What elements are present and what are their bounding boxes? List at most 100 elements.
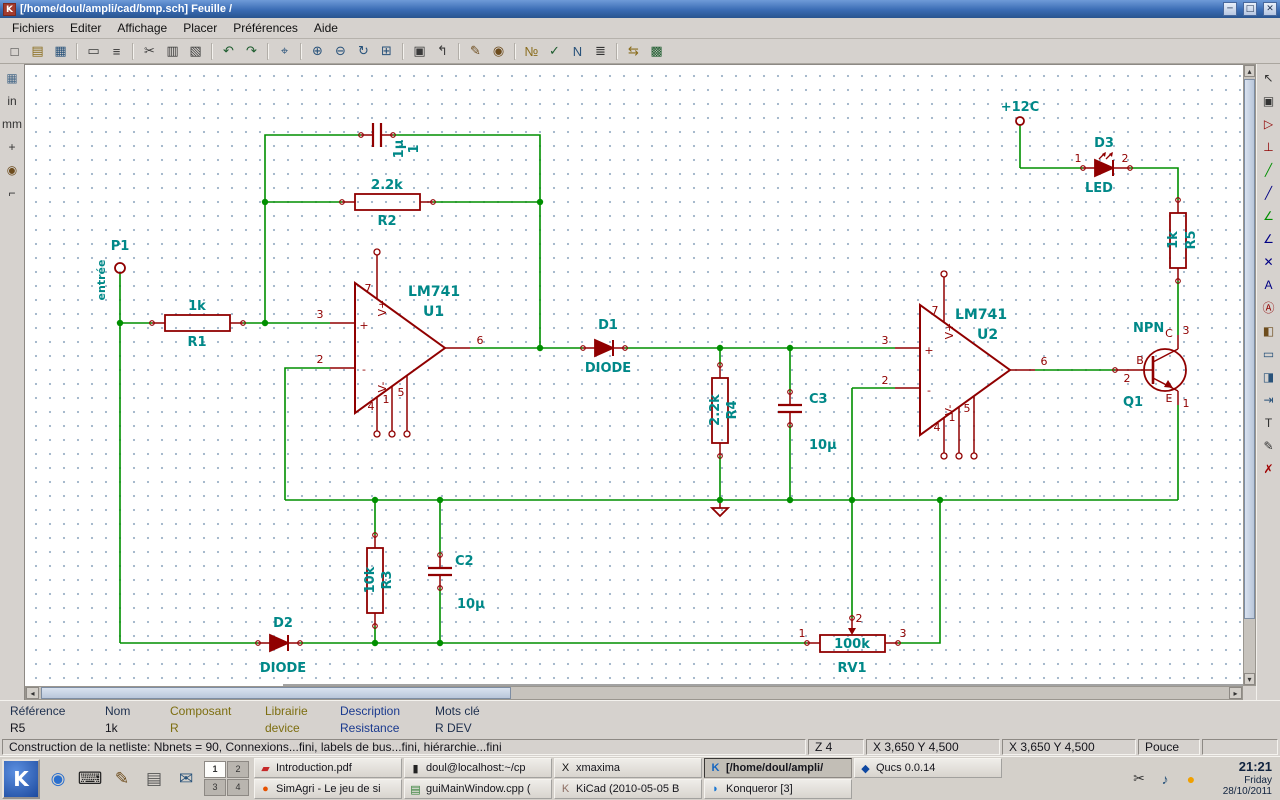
printer-launcher[interactable]: ▤: [140, 760, 168, 798]
cvpcb-icon[interactable]: ⇆: [623, 41, 644, 62]
page-settings-icon[interactable]: ▭: [83, 41, 104, 62]
terminal-launcher[interactable]: ⌨: [76, 760, 104, 798]
task-kicad[interactable]: K KiCad (2010-05-05 B: [554, 779, 702, 799]
maximize-button[interactable]: □: [1243, 2, 1257, 16]
units-mm-icon[interactable]: mm: [2, 113, 23, 134]
task-terminal[interactable]: ▮ doul@localhost:~/cp: [404, 758, 552, 778]
erc-icon[interactable]: ✓: [544, 41, 565, 62]
menu-placer[interactable]: Placer: [175, 19, 225, 37]
task-qucs[interactable]: ◆ Qucs 0.0.14: [854, 758, 1002, 778]
print-icon[interactable]: ≡: [106, 41, 127, 62]
add-wire-icon[interactable]: ╱: [1258, 159, 1279, 180]
bus-to-bus-icon[interactable]: ∠: [1258, 228, 1279, 249]
netlist-icon[interactable]: N: [567, 41, 588, 62]
wires[interactable]: [119, 125, 1179, 644]
volume-tray-icon[interactable]: ♪: [1156, 770, 1174, 788]
scroll-left-arrow[interactable]: ◂: [26, 687, 39, 699]
annotate-icon[interactable]: №: [521, 41, 542, 62]
zoom-fit-icon[interactable]: ⊞: [376, 41, 397, 62]
bom-icon[interactable]: ≣: [590, 41, 611, 62]
pcbnew-icon[interactable]: ▩: [646, 41, 667, 62]
wire-to-bus-icon[interactable]: ∠: [1258, 205, 1279, 226]
menu-fichiers[interactable]: Fichiers: [4, 19, 62, 37]
open-schematic-icon[interactable]: ▤: [27, 41, 48, 62]
hierarchy-nav-icon[interactable]: ▣: [1258, 90, 1279, 111]
task-xmaxima[interactable]: X xmaxima: [554, 758, 702, 778]
vertical-scrollbar[interactable]: ▴ ▾: [1243, 64, 1256, 686]
save-schematic-icon[interactable]: ▦: [50, 41, 71, 62]
component-bodies[interactable]: [114, 116, 1187, 653]
add-component-icon[interactable]: ▷: [1258, 113, 1279, 134]
vertical-scroll-thumb[interactable]: [1244, 79, 1255, 619]
library-editor-icon[interactable]: ✎: [465, 41, 486, 62]
pager-desktop-2[interactable]: 2: [227, 761, 249, 778]
import-sheet-pin-icon[interactable]: ◨: [1258, 366, 1279, 387]
add-sheet-pin-icon[interactable]: ⇥: [1258, 389, 1279, 410]
cursor-shape-icon[interactable]: +: [2, 136, 23, 157]
new-schematic-icon[interactable]: □: [4, 41, 25, 62]
kmenu-button[interactable]: K: [2, 758, 40, 799]
task-eeschema[interactable]: K [/home/doul/ampli/: [704, 758, 852, 778]
minimize-button[interactable]: ─: [1223, 2, 1237, 16]
menu-preferences[interactable]: Préférences: [225, 19, 306, 37]
zoom-redraw-icon[interactable]: ↻: [353, 41, 374, 62]
add-text-icon[interactable]: T: [1258, 412, 1279, 433]
hierarchy-navigator-icon[interactable]: ▣: [409, 41, 430, 62]
add-polyline-icon[interactable]: ✎: [1258, 435, 1279, 456]
undo-icon[interactable]: ↶: [218, 41, 239, 62]
find-icon[interactable]: ⌖: [274, 41, 295, 62]
schematic-canvas[interactable]: P1 entrée 1k R1 2.2k R2 1µ 1 LM741 U1 3 …: [25, 64, 1243, 686]
menu-editer[interactable]: Editer: [62, 19, 109, 37]
menu-affichage[interactable]: Affichage: [109, 19, 175, 37]
q1-ref: Q1: [1123, 395, 1143, 410]
close-button[interactable]: ✕: [1263, 2, 1277, 16]
rv1-pin2: 2: [856, 612, 863, 625]
hv-wires-icon[interactable]: ⌐: [2, 182, 23, 203]
editor-launcher[interactable]: ✎: [108, 760, 136, 798]
klipper-tray-icon[interactable]: ✂: [1130, 770, 1148, 788]
redo-icon[interactable]: ↷: [241, 41, 262, 62]
q1-value: NPN: [1133, 321, 1164, 336]
menu-aide[interactable]: Aide: [306, 19, 346, 37]
cancel-tool-icon[interactable]: ↖: [1258, 67, 1279, 88]
library-browser-icon[interactable]: ◉: [488, 41, 509, 62]
add-power-icon[interactable]: ⊥: [1258, 136, 1279, 157]
add-label-icon[interactable]: A: [1258, 274, 1279, 295]
cut-icon[interactable]: ✂: [139, 41, 160, 62]
pager-desktop-4[interactable]: 4: [227, 779, 249, 796]
task-icon: ◆: [861, 762, 870, 775]
scroll-right-arrow[interactable]: ▸: [1229, 687, 1242, 699]
scroll-down-arrow[interactable]: ▾: [1244, 673, 1255, 685]
main-toolbar: □ ▤ ▦ ▭ ≡ ✂ ▥ ▧ ↶ ↷ ⌖ ⊕ ⊖ ↻ ⊞ ▣ ↰ ✎ ◉ № ✓ N ≣ ⇆ ▩: [0, 39, 1280, 64]
no-connect-icon[interactable]: ✕: [1258, 251, 1279, 272]
pager-desktop-1[interactable]: 1: [204, 761, 226, 778]
mail-launcher[interactable]: ✉: [172, 760, 200, 798]
clock[interactable]: 21:21 Friday 28/10/2011: [1204, 760, 1278, 797]
task-introduction-pdf[interactable]: ▰ Introduction.pdf: [254, 758, 402, 778]
hidden-pins-icon[interactable]: ◉: [2, 159, 23, 180]
delete-icon[interactable]: ✗: [1258, 458, 1279, 479]
zoom-out-icon[interactable]: ⊖: [330, 41, 351, 62]
task-konqueror[interactable]: ◗ Konqueror [3]: [704, 779, 852, 799]
scroll-up-arrow[interactable]: ▴: [1244, 65, 1255, 77]
copy-icon[interactable]: ▥: [162, 41, 183, 62]
grid-toggle-icon[interactable]: ▦: [2, 67, 23, 88]
r2-ref: R2: [377, 214, 396, 229]
konqueror-launcher[interactable]: ◉: [44, 760, 72, 798]
add-sheet-icon[interactable]: ▭: [1258, 343, 1279, 364]
reminder-tray-icon[interactable]: ●: [1182, 770, 1200, 788]
add-hier-label-icon[interactable]: ◧: [1258, 320, 1279, 341]
pager-desktop-3[interactable]: 3: [204, 779, 226, 796]
units-inch-icon[interactable]: in: [2, 90, 23, 111]
task-icon: ◗: [712, 783, 719, 795]
add-global-label-icon[interactable]: Ⓐ: [1258, 297, 1279, 318]
horizontal-scrollbar[interactable]: ◂ ▸: [25, 686, 1243, 700]
leave-sheet-icon[interactable]: ↰: [432, 41, 453, 62]
add-bus-icon[interactable]: ╱: [1258, 182, 1279, 203]
horizontal-scroll-thumb[interactable]: [41, 687, 511, 699]
zoom-in-icon[interactable]: ⊕: [307, 41, 328, 62]
task-guimainwindow[interactable]: ▤ guiMainWindow.cpp (: [404, 779, 552, 799]
paste-icon[interactable]: ▧: [185, 41, 206, 62]
task-simagri[interactable]: ● SimAgri - Le jeu de si: [254, 779, 402, 799]
resistor-r1: [164, 314, 231, 332]
